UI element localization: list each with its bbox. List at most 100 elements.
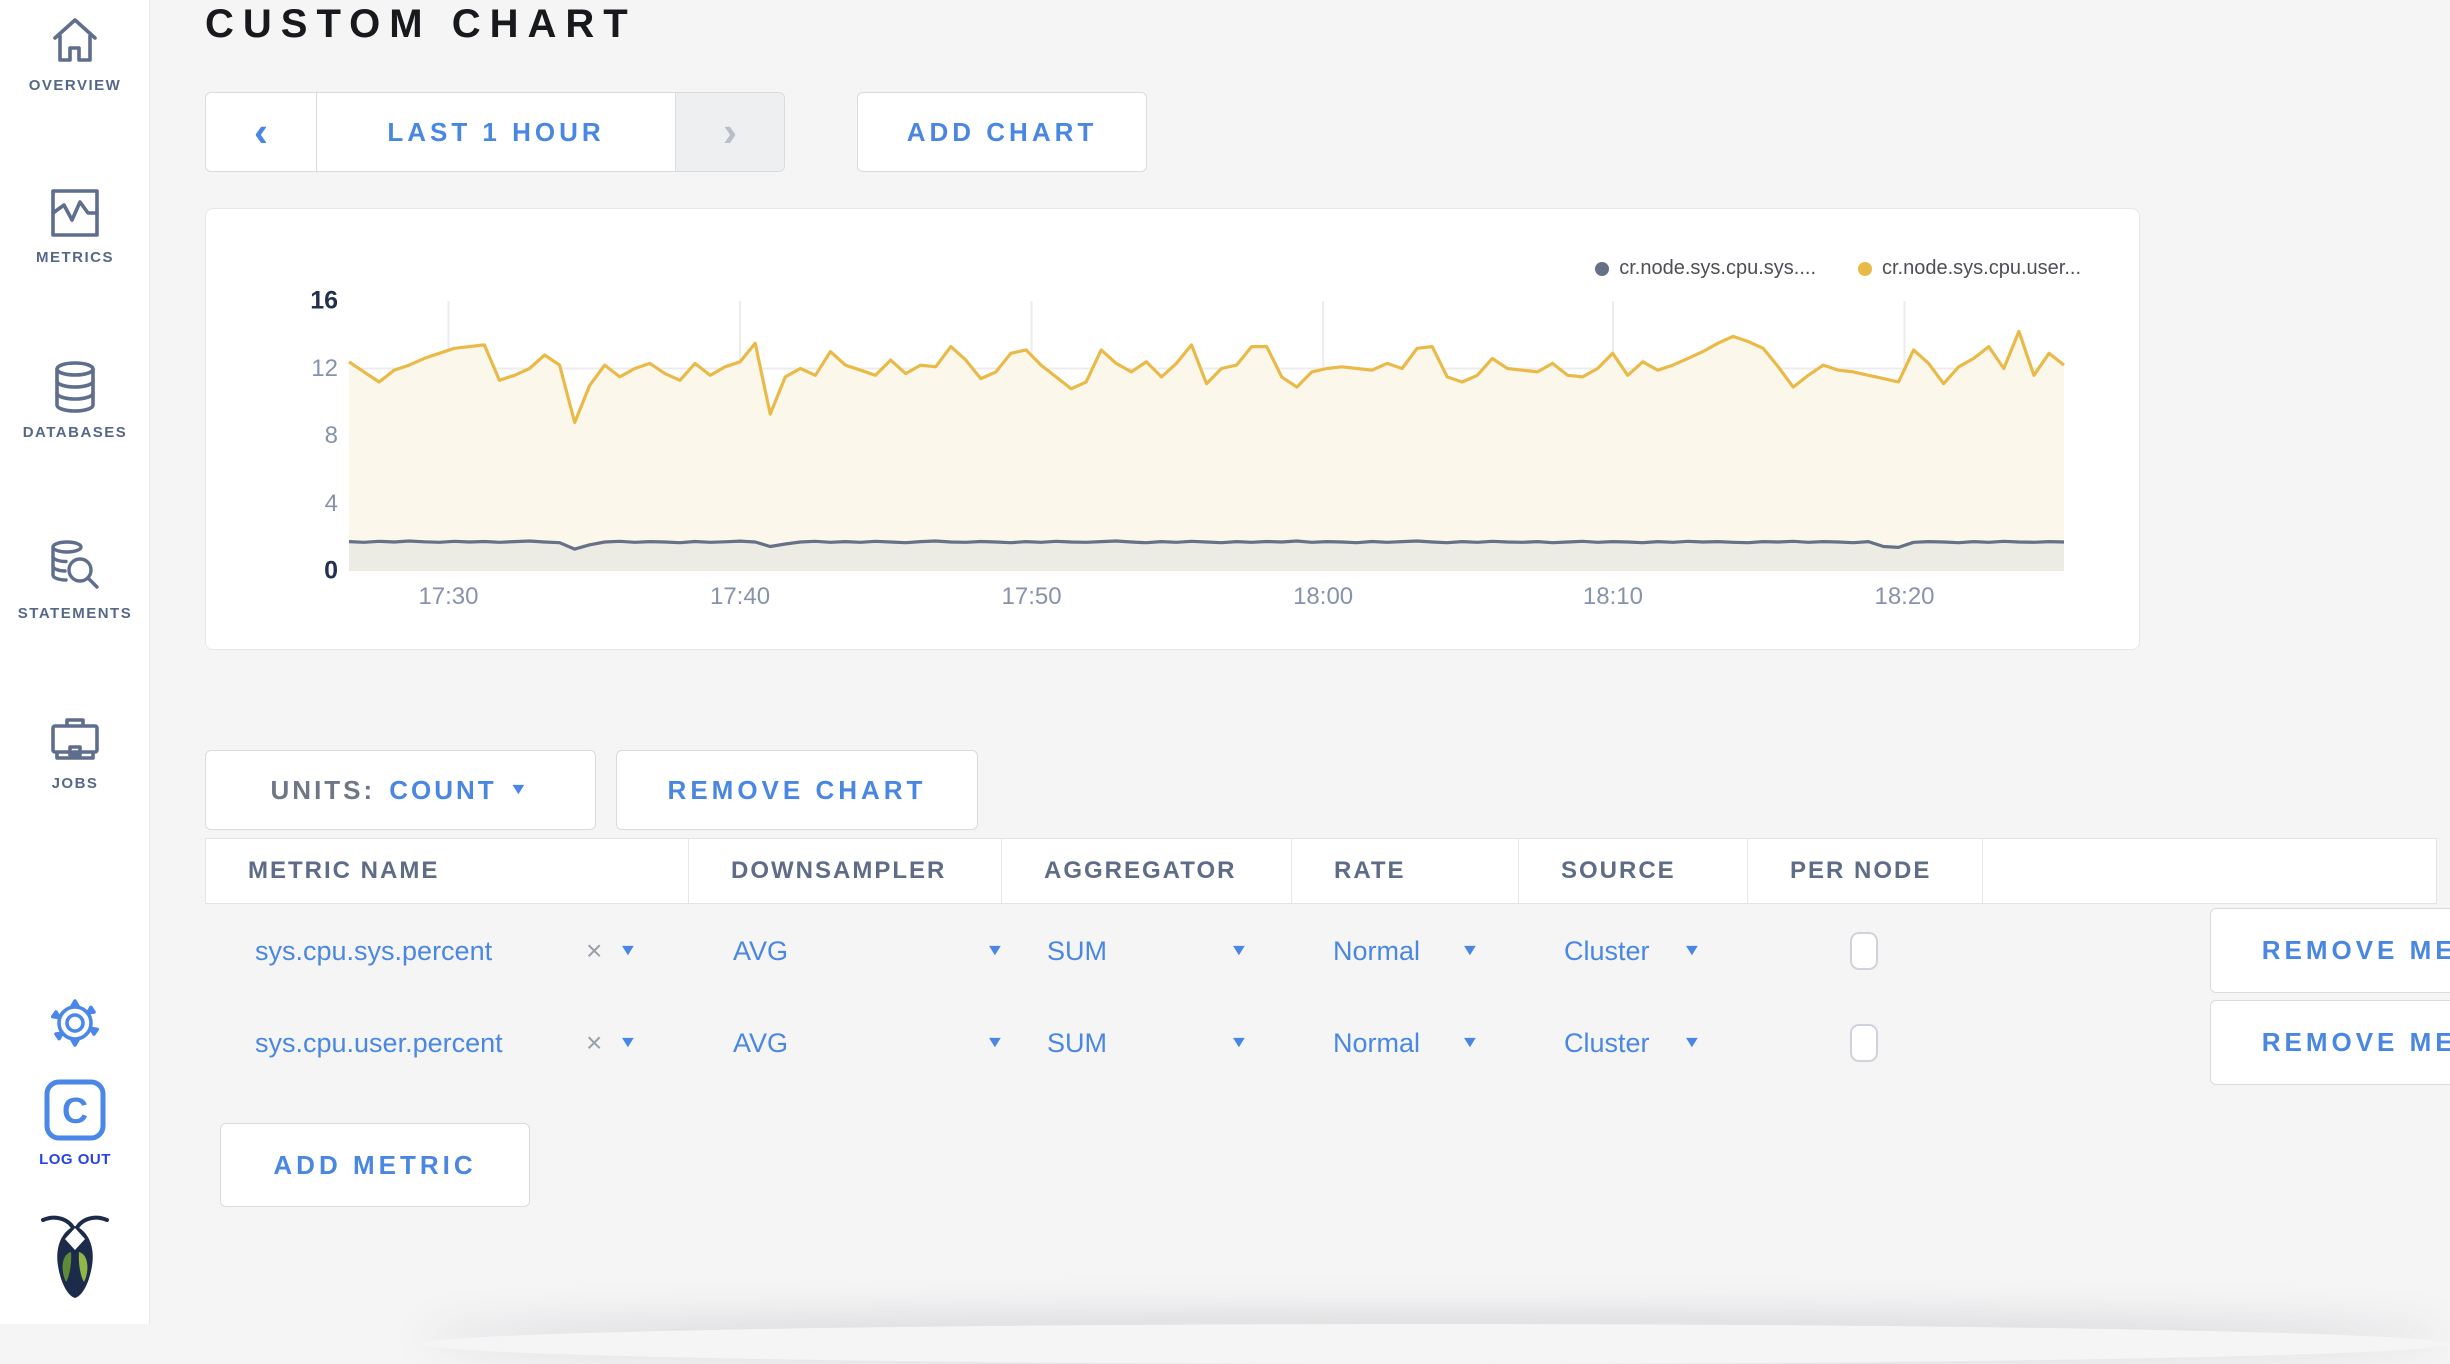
sidebar-item-statements[interactable]: STATEMENTS — [0, 540, 150, 622]
aggregator-value: SUM — [1047, 1027, 1107, 1058]
metric-name-text[interactable]: sys.cpu.user.percent — [255, 1028, 503, 1059]
page-title: CUSTOM CHART — [205, 2, 637, 46]
metrics-icon — [50, 188, 100, 243]
rate-value: Normal — [1333, 1027, 1421, 1058]
bottom-shadow — [420, 1324, 2450, 1364]
home-icon — [49, 16, 101, 71]
chevron-down-icon: ▼ — [1229, 942, 1249, 959]
x-tick-label: 18:00 — [1293, 583, 1354, 610]
legend-entry-user[interactable]: cr.node.sys.cpu.user... — [1858, 257, 2081, 280]
table-row: sys.cpu.user.percent × ▼ AVG ▼ SUM ▼ Nor… — [205, 998, 2450, 1088]
source-value: Cluster — [1564, 935, 1650, 966]
aggregator-dropdown[interactable]: SUM ▼ — [1047, 906, 1249, 996]
databases-icon — [53, 361, 97, 418]
chevron-down-icon: ▼ — [618, 1034, 639, 1051]
rate-value: Normal — [1333, 935, 1421, 966]
sidebar-item-logout[interactable]: C LOG OUT — [0, 1078, 150, 1168]
metric-name-value: sys.cpu.user.percent — [255, 998, 503, 1088]
sidebar-item-metrics[interactable]: METRICS — [0, 188, 150, 266]
chevron-left-icon: ‹ — [254, 108, 268, 155]
col-header-rate: RATE — [1292, 839, 1519, 903]
col-header-per-node: PER NODE — [1748, 839, 1983, 903]
chevron-down-icon: ▼ — [1460, 1034, 1480, 1051]
y-tick-label: 12 — [311, 354, 338, 382]
units-label: UNITS: — [270, 774, 376, 805]
time-next-button[interactable]: › — [675, 93, 784, 171]
clear-icon[interactable]: × — [586, 1027, 602, 1059]
time-range-value[interactable]: LAST 1 HOUR — [317, 93, 675, 171]
chevron-down-icon: ▼ — [1682, 1034, 1702, 1051]
chevron-down-icon: ▼ — [985, 942, 1005, 959]
sidebar-item-label: STATEMENTS — [17, 605, 133, 622]
y-tick-label: 0 — [324, 556, 338, 585]
chart-plot-area[interactable] — [348, 301, 2065, 571]
chart-legend: cr.node.sys.cpu.sys.... cr.node.sys.cpu.… — [1595, 257, 2081, 280]
legend-label-user: cr.node.sys.cpu.user... — [1882, 257, 2081, 279]
remove-metric-button[interactable]: REMOVE METRIC — [2210, 1000, 2450, 1085]
legend-dot-sys — [1595, 261, 1610, 276]
chevron-down-icon: ▼ — [1682, 942, 1702, 959]
svg-text:C: C — [62, 1090, 88, 1131]
legend-entry-sys[interactable]: cr.node.sys.cpu.sys.... — [1595, 257, 1816, 280]
y-tick-label: 16 — [310, 286, 338, 315]
col-header-actions — [1983, 839, 2436, 903]
timeseries-chart — [348, 301, 2065, 571]
chart-card: cr.node.sys.cpu.sys.... cr.node.sys.cpu.… — [205, 208, 2140, 650]
add-chart-button[interactable]: ADD CHART — [857, 92, 1147, 172]
sidebar-item-jobs[interactable]: JOBS — [0, 714, 150, 792]
remove-chart-button[interactable]: REMOVE CHART — [616, 750, 978, 830]
aggregator-dropdown[interactable]: SUM ▼ — [1047, 998, 1249, 1088]
per-node-checkbox[interactable] — [1850, 932, 1878, 970]
add-metric-button[interactable]: ADD METRIC — [220, 1123, 530, 1207]
col-header-metric-name: METRIC NAME — [206, 839, 689, 903]
metric-clear-dropdown[interactable]: × ▼ — [586, 906, 639, 996]
remove-metric-button[interactable]: REMOVE METRIC — [2210, 908, 2450, 993]
sidebar: OVERVIEW METRICS DATABASES STATEMENTS JO… — [0, 0, 150, 1324]
per-node-cell — [1850, 998, 1878, 1088]
per-node-checkbox[interactable] — [1850, 1024, 1878, 1062]
legend-dot-user — [1858, 261, 1872, 276]
per-node-cell — [1850, 906, 1878, 996]
units-dropdown[interactable]: UNITS: COUNT ▼ — [205, 750, 596, 830]
metric-clear-dropdown[interactable]: × ▼ — [586, 998, 639, 1088]
col-header-downsampler: DOWNSAMPLER — [689, 839, 1002, 903]
chevron-down-icon: ▼ — [1229, 1034, 1249, 1051]
sidebar-item-settings[interactable] — [0, 998, 150, 1053]
cockroach-c-icon: C — [43, 1078, 107, 1147]
downsampler-dropdown[interactable]: AVG ▼ — [733, 998, 1005, 1088]
source-dropdown[interactable]: Cluster ▼ — [1564, 998, 1702, 1088]
chevron-down-icon: ▼ — [618, 942, 639, 959]
time-range-selector: ‹ LAST 1 HOUR › — [205, 92, 785, 172]
sidebar-item-databases[interactable]: DATABASES — [0, 361, 150, 441]
metrics-table-header: METRIC NAME DOWNSAMPLER AGGREGATOR RATE … — [205, 838, 2437, 904]
chart-x-axis: 17:30 17:40 17:50 18:00 18:10 18:20 — [349, 583, 2064, 613]
downsampler-value: AVG — [733, 1027, 789, 1058]
metric-name-text[interactable]: sys.cpu.sys.percent — [255, 936, 492, 967]
time-prev-button[interactable]: ‹ — [206, 93, 317, 171]
sidebar-item-label: OVERVIEW — [28, 77, 122, 94]
legend-label-sys: cr.node.sys.cpu.sys.... — [1619, 257, 1816, 279]
chart-y-axis: 16 12 8 4 0 — [206, 287, 338, 585]
rate-dropdown[interactable]: Normal ▼ — [1333, 906, 1480, 996]
sidebar-item-overview[interactable]: OVERVIEW — [0, 16, 150, 94]
logout-label: LOG OUT — [39, 1151, 111, 1168]
table-row: sys.cpu.sys.percent × ▼ AVG ▼ SUM ▼ Norm… — [205, 906, 2450, 996]
source-value: Cluster — [1564, 1027, 1650, 1058]
x-tick-label: 18:20 — [1874, 583, 1935, 610]
col-header-aggregator: AGGREGATOR — [1002, 839, 1292, 903]
source-dropdown[interactable]: Cluster ▼ — [1564, 906, 1702, 996]
statements-icon — [49, 540, 101, 599]
sidebar-item-label: DATABASES — [22, 424, 128, 441]
sidebar-item-label: JOBS — [51, 775, 99, 792]
jobs-icon — [49, 714, 101, 769]
x-tick-label: 17:50 — [1001, 583, 1062, 610]
x-tick-label: 17:30 — [418, 583, 479, 610]
rate-dropdown[interactable]: Normal ▼ — [1333, 998, 1480, 1088]
clear-icon[interactable]: × — [586, 935, 602, 967]
y-tick-label: 4 — [324, 489, 338, 517]
metric-name-value: sys.cpu.sys.percent — [255, 906, 492, 996]
x-tick-label: 18:10 — [1582, 583, 1643, 610]
units-value: COUNT — [389, 774, 497, 805]
downsampler-dropdown[interactable]: AVG ▼ — [733, 906, 1005, 996]
chevron-down-icon: ▼ — [985, 1034, 1005, 1051]
